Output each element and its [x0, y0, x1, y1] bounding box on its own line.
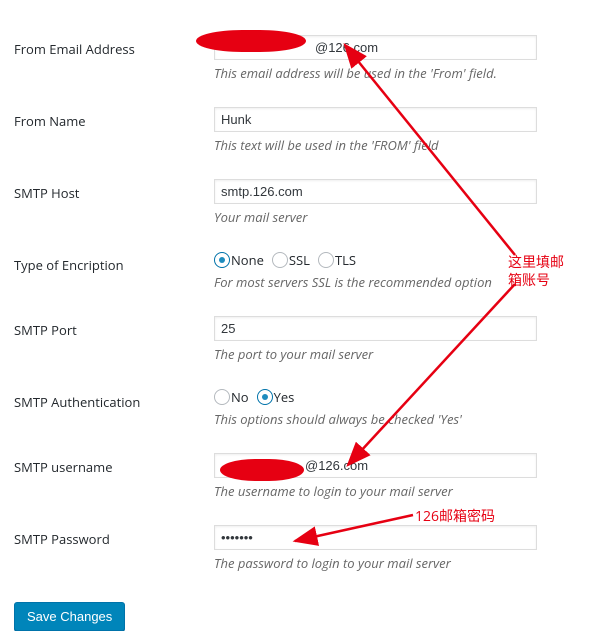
- smtp-auth-no-radio[interactable]: [214, 389, 230, 405]
- smtp-host-help: Your mail server: [214, 208, 580, 226]
- smtp-auth-no-label[interactable]: No: [231, 388, 249, 406]
- smtp-port-help: The port to your mail server: [214, 345, 580, 363]
- smtp-auth-yes-radio[interactable]: [257, 389, 273, 405]
- encryption-tls-label[interactable]: TLS: [335, 251, 356, 269]
- from-name-help: This text will be used in the 'FROM' fie…: [214, 136, 580, 154]
- smtp-auth-label: SMTP Authentication: [14, 378, 214, 443]
- from-email-help: This email address will be used in the '…: [214, 64, 580, 82]
- from-name-label: From Name: [14, 97, 214, 169]
- smtp-port-input[interactable]: [214, 316, 537, 341]
- smtp-pass-label: SMTP Password: [14, 515, 214, 587]
- from-email-input[interactable]: [214, 35, 537, 60]
- smtp-user-label: SMTP username: [14, 443, 214, 515]
- encryption-none-label[interactable]: None: [231, 251, 264, 269]
- smtp-pass-input[interactable]: [214, 525, 537, 550]
- smtp-auth-radio-group: No Yes: [214, 388, 580, 406]
- encryption-tls-radio[interactable]: [318, 252, 334, 268]
- smtp-pass-help: The password to login to your mail serve…: [214, 554, 580, 572]
- encryption-help: For most servers SSL is the recommended …: [214, 273, 580, 291]
- smtp-host-label: SMTP Host: [14, 169, 214, 241]
- smtp-user-input[interactable]: [214, 453, 537, 478]
- from-email-label: From Email Address: [14, 25, 214, 97]
- smtp-host-input[interactable]: [214, 179, 537, 204]
- encryption-ssl-label[interactable]: SSL: [289, 251, 310, 269]
- smtp-auth-help: This options should always be checked 'Y…: [214, 410, 580, 428]
- smtp-port-label: SMTP Port: [14, 306, 214, 378]
- encryption-radio-group: None SSL TLS: [214, 251, 580, 269]
- save-changes-button[interactable]: Save Changes: [14, 602, 125, 631]
- encryption-ssl-radio[interactable]: [272, 252, 288, 268]
- encryption-label: Type of Encription: [14, 241, 214, 306]
- encryption-none-radio[interactable]: [214, 252, 230, 268]
- smtp-auth-yes-label[interactable]: Yes: [274, 388, 295, 406]
- from-name-input[interactable]: [214, 107, 537, 132]
- smtp-settings-form: From Email Address This email address wi…: [14, 25, 590, 587]
- smtp-user-help: The username to login to your mail serve…: [214, 482, 580, 500]
